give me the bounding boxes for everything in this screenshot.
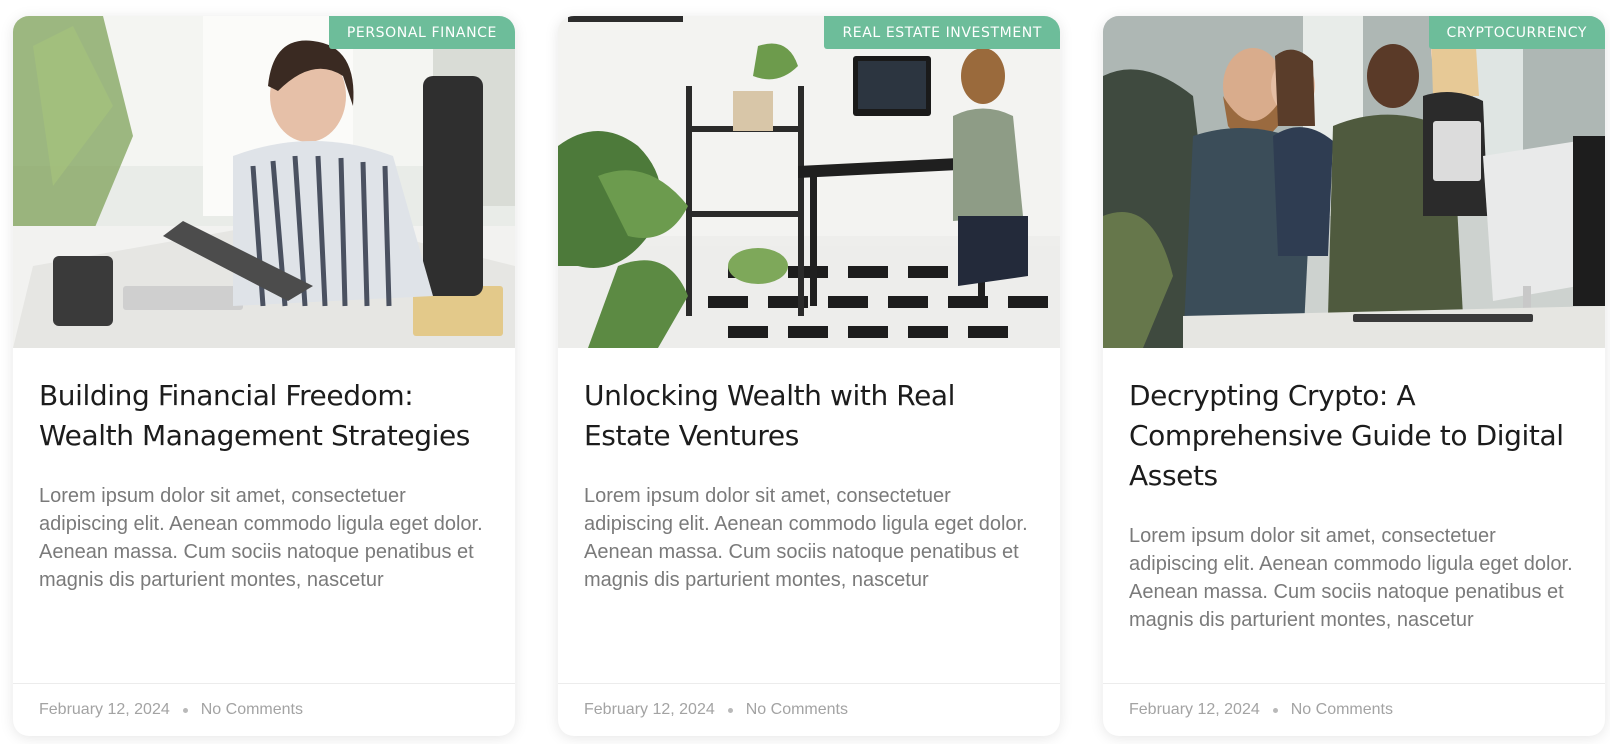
separator-dot-icon — [182, 707, 188, 713]
post-date[interactable]: February 12, 2024 — [1129, 701, 1260, 719]
post-meta: February 12, 2024 No Comments — [1103, 683, 1605, 736]
post-meta: February 12, 2024 No Comments — [558, 683, 1060, 736]
team-meeting-photo — [1103, 16, 1605, 348]
post-date[interactable]: February 12, 2024 — [39, 701, 170, 719]
post-image[interactable]: CRYPTOCURRENCY — [1103, 16, 1605, 348]
post-title[interactable]: Decrypting Crypto: A Comprehensive Guide… — [1129, 376, 1579, 496]
post-excerpt: Lorem ipsum dolor sit amet, consectetuer… — [584, 485, 1028, 591]
post-image[interactable]: REAL ESTATE INVESTMENT — [558, 16, 1060, 348]
post-card: CRYPTOCURRENCY Decrypting Crypto: A Comp… — [1103, 16, 1605, 736]
separator-dot-icon — [1272, 707, 1278, 713]
blog-post-grid: PERSONAL FINANCE Building Financial Free… — [13, 16, 1605, 736]
post-date[interactable]: February 12, 2024 — [584, 701, 715, 719]
post-image[interactable]: PERSONAL FINANCE — [13, 16, 515, 348]
office-woman-photo — [13, 16, 515, 348]
post-title[interactable]: Unlocking Wealth with Real Estate Ventur… — [584, 376, 1034, 456]
home-office-photo — [558, 16, 1060, 348]
separator-dot-icon — [727, 707, 733, 713]
post-comments-link[interactable]: No Comments — [201, 701, 303, 719]
post-comments-link[interactable]: No Comments — [1291, 701, 1393, 719]
post-title[interactable]: Building Financial Freedom: Wealth Manag… — [39, 376, 489, 456]
category-badge[interactable]: CRYPTOCURRENCY — [1428, 16, 1605, 49]
post-card: PERSONAL FINANCE Building Financial Free… — [13, 16, 515, 736]
post-comments-link[interactable]: No Comments — [746, 701, 848, 719]
post-card: REAL ESTATE INVESTMENT Unlocking Wealth … — [558, 16, 1060, 736]
category-badge[interactable]: PERSONAL FINANCE — [328, 16, 515, 49]
category-badge[interactable]: REAL ESTATE INVESTMENT — [824, 16, 1060, 49]
post-excerpt: Lorem ipsum dolor sit amet, consectetuer… — [39, 485, 483, 591]
post-excerpt: Lorem ipsum dolor sit amet, consectetuer… — [1129, 525, 1573, 631]
post-meta: February 12, 2024 No Comments — [13, 683, 515, 736]
